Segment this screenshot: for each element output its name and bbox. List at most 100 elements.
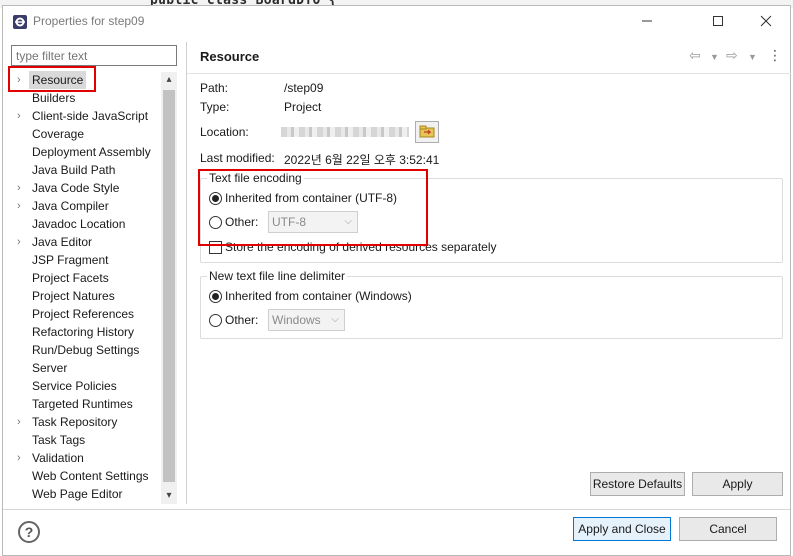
minimize-icon — [642, 20, 652, 22]
tree-item-web-content-settings[interactable]: Web Content Settings — [4, 467, 162, 485]
tree-scrollbar[interactable]: ▴ ▾ — [161, 72, 177, 504]
property-tree: › Resource Builders › Client-side JavaSc… — [4, 69, 162, 503]
tree-item-label: Validation — [32, 451, 84, 465]
tree-item-project-facets[interactable]: Project Facets — [4, 269, 162, 287]
tree-item-javadoc-location[interactable]: Javadoc Location — [4, 215, 162, 233]
delimiter-other-radio[interactable] — [209, 314, 222, 327]
folder-open-icon — [419, 125, 435, 138]
tree-item-java-compiler[interactable]: › Java Compiler — [4, 197, 162, 215]
chevron-right-icon[interactable]: › — [17, 107, 27, 125]
tree-item-run-debug-settings[interactable]: Run/Debug Settings — [4, 341, 162, 359]
tree-item-coverage[interactable]: Coverage — [4, 125, 162, 143]
tree-item-label: Java Compiler — [32, 199, 109, 213]
filter-input[interactable] — [11, 45, 177, 66]
delimiter-other-label[interactable]: Other: — [225, 313, 258, 327]
bottom-separator — [3, 509, 790, 510]
tree-item-label: Java Build Path — [32, 163, 116, 177]
delimiter-other-value: Windows — [272, 313, 321, 327]
close-icon — [760, 15, 772, 27]
highlight-box-encoding — [198, 169, 428, 246]
line-delimiter-title: New text file line delimiter — [207, 269, 348, 283]
tree-item-label: Targeted Runtimes — [32, 397, 133, 411]
tree-item-refactoring-history[interactable]: Refactoring History — [4, 323, 162, 341]
tree-item-label: Task Repository — [32, 415, 118, 429]
apply-button[interactable]: Apply — [692, 472, 783, 496]
show-in-explorer-button[interactable] — [415, 121, 439, 143]
tree-item-jsp-fragment[interactable]: JSP Fragment — [4, 251, 162, 269]
tree-item-label: Client-side JavaScript — [32, 109, 149, 123]
delimiter-other-select[interactable]: Windows ⌵ — [268, 309, 345, 331]
chevron-down-icon: ⌵ — [331, 314, 339, 325]
title-bar: Properties for step09 — [3, 6, 790, 37]
tree-item-label: Project Facets — [32, 271, 109, 285]
tree-item-label: Web Content Settings — [32, 469, 149, 483]
tree-item-project-references[interactable]: Project References — [4, 305, 162, 323]
tree-item-label: Project Natures — [32, 289, 115, 303]
tree-item-task-tags[interactable]: Task Tags — [4, 431, 162, 449]
close-button[interactable] — [751, 10, 781, 32]
tree-item-client-side-javascript[interactable]: › Client-side JavaScript — [4, 107, 162, 125]
scroll-up-icon[interactable]: ▴ — [161, 72, 177, 88]
tree-item-label: Server — [32, 361, 68, 375]
tree-item-label: Run/Debug Settings — [32, 343, 140, 357]
path-label: Path: — [200, 81, 229, 95]
tree-item-label: Javadoc Location — [32, 217, 126, 231]
tree-item-label: Deployment Assembly — [32, 145, 151, 159]
tree-item-label: Project References — [32, 307, 135, 321]
forward-menu-chevron-icon[interactable]: ▼ — [748, 52, 757, 62]
chevron-right-icon[interactable]: › — [17, 179, 27, 197]
properties-dialog: Properties for step09 › Resource Builder… — [2, 5, 791, 556]
highlight-box-resource — [8, 66, 96, 92]
location-value-redacted — [281, 127, 409, 137]
tree-item-deployment-assembly[interactable]: Deployment Assembly — [4, 143, 162, 161]
restore-defaults-button[interactable]: Restore Defaults — [590, 472, 685, 496]
eclipse-icon — [13, 15, 27, 29]
tree-item-task-repository[interactable]: › Task Repository — [4, 413, 162, 431]
scroll-down-icon[interactable]: ▾ — [161, 488, 177, 504]
tree-item-web-page-editor[interactable]: Web Page Editor — [4, 485, 162, 503]
tree-item-label: Coverage — [32, 127, 85, 141]
path-value: /step09 — [284, 81, 324, 95]
tree-item-label: Java Editor — [32, 235, 93, 249]
chevron-right-icon[interactable]: › — [17, 449, 27, 467]
delimiter-inherited-radio[interactable] — [209, 290, 222, 303]
tree-item-label: Task Tags — [32, 433, 86, 447]
delimiter-inherited-label[interactable]: Inherited from container (Windows) — [225, 289, 412, 303]
last-modified-value: 2022년 6월 22일 오후 3:52:41 — [284, 153, 440, 167]
tree-item-java-code-style[interactable]: › Java Code Style — [4, 179, 162, 197]
tree-item-server[interactable]: Server — [4, 359, 162, 377]
last-modified-label: Last modified: — [200, 151, 275, 165]
tree-item-label: Web Page Editor — [32, 487, 123, 501]
tree-item-label: Refactoring History — [32, 325, 135, 339]
tree-item-targeted-runtimes[interactable]: Targeted Runtimes — [4, 395, 162, 413]
back-menu-chevron-icon[interactable]: ▼ — [710, 52, 719, 62]
pane-divider[interactable] — [186, 42, 187, 504]
page-title: Resource — [200, 49, 260, 64]
forward-arrow-icon[interactable]: ⇨ — [726, 47, 738, 64]
tree-item-label: JSP Fragment — [32, 253, 109, 267]
tree-item-service-policies[interactable]: Service Policies — [4, 377, 162, 395]
back-arrow-icon[interactable]: ⇦ — [689, 47, 701, 64]
scrollbar-thumb[interactable] — [163, 90, 175, 482]
help-icon[interactable]: ? — [18, 521, 40, 543]
type-value: Project — [284, 100, 322, 114]
maximize-button[interactable] — [703, 10, 733, 32]
view-menu-icon[interactable]: ⋮ — [768, 47, 782, 64]
type-label: Type: — [200, 100, 230, 114]
apply-and-close-button[interactable]: Apply and Close — [573, 517, 671, 541]
tree-item-java-build-path[interactable]: Java Build Path — [4, 161, 162, 179]
window-title: Properties for step09 — [33, 14, 145, 28]
tree-item-label: Service Policies — [32, 379, 117, 393]
tree-item-project-natures[interactable]: Project Natures — [4, 287, 162, 305]
cancel-button[interactable]: Cancel — [679, 517, 777, 541]
maximize-icon — [713, 16, 723, 26]
chevron-right-icon[interactable]: › — [17, 413, 27, 431]
tree-item-label: Java Code Style — [32, 181, 120, 195]
minimize-button[interactable] — [632, 10, 662, 32]
chevron-right-icon[interactable]: › — [17, 233, 27, 251]
tree-item-validation[interactable]: › Validation — [4, 449, 162, 467]
location-label: Location: — [200, 125, 249, 139]
tree-item-java-editor[interactable]: › Java Editor — [4, 233, 162, 251]
header-separator — [187, 73, 791, 74]
chevron-right-icon[interactable]: › — [17, 197, 27, 215]
